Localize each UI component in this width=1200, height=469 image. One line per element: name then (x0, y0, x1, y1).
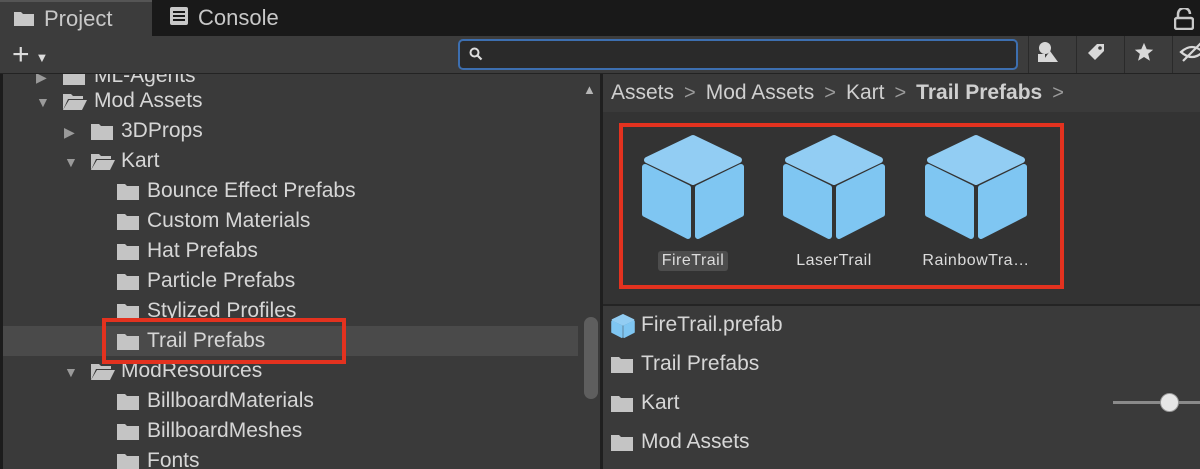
asset-content-panel: Assets > Mod Assets > Kart > Trail Prefa… (600, 74, 1200, 469)
folder-icon (117, 422, 139, 446)
folder-icon (117, 242, 139, 266)
scrollbar-thumb[interactable] (584, 317, 598, 399)
list-item-label: Mod Assets (641, 430, 750, 453)
folder-icon (117, 272, 139, 296)
folder-icon (611, 353, 633, 379)
lock-icon[interactable] (1173, 6, 1195, 35)
window-tab-bar: Project Console (0, 0, 1200, 36)
tree-item-billboardmaterials[interactable]: BillboardMaterials (3, 386, 578, 416)
list-item-kart[interactable]: Kart (603, 384, 1200, 423)
folder-open-icon (63, 92, 87, 116)
list-item-label: Kart (641, 391, 680, 414)
eye-off-icon (1178, 41, 1200, 68)
tree-item-mod-assets[interactable]: ▼ Mod Assets (3, 86, 578, 116)
add-button[interactable]: + ▼ (12, 38, 64, 71)
asset-highlight-box (619, 123, 1064, 289)
add-label: + (12, 38, 30, 71)
folder-icon (117, 212, 139, 236)
tree-item-label: Fonts (147, 449, 200, 469)
search-field[interactable] (458, 39, 1018, 70)
console-icon (170, 5, 188, 31)
tree-item-fonts[interactable]: Fonts (3, 446, 578, 469)
hidden-packages-button[interactable] (1172, 36, 1200, 73)
folder-icon (117, 392, 139, 416)
chevron-down-icon[interactable]: ▼ (64, 364, 78, 380)
folder-open-icon (91, 362, 115, 386)
tree-scrollbar[interactable]: ▲ (578, 74, 600, 469)
chevron-down-icon[interactable]: ▼ (36, 94, 50, 110)
folder-icon (611, 431, 633, 457)
chevron-down-icon: ▼ (35, 49, 49, 65)
tree-item-3dprops[interactable]: ▶ 3DProps (3, 116, 578, 146)
tree-item-kart[interactable]: ▼ Kart (3, 146, 578, 176)
tree-item-billboardmeshes[interactable]: BillboardMeshes (3, 416, 578, 446)
tree-item-label: 3DProps (121, 119, 203, 142)
tag-icon (1085, 41, 1107, 68)
search-icon (469, 47, 483, 66)
star-icon (1133, 41, 1155, 68)
asset-grid: FireTrail LaserTrail RainbowTra… (603, 112, 1200, 302)
chevron-down-icon[interactable]: ▼ (64, 154, 78, 170)
breadcrumb: Assets > Mod Assets > Kart > Trail Prefa… (603, 74, 1200, 112)
zoom-slider-handle[interactable] (1160, 393, 1179, 412)
tree-item-label: BillboardMaterials (147, 389, 314, 412)
folder-tree-panel: ▶ ML-Agents ▼ Mod Assets ▶ 3DProps ▼ Kar… (0, 74, 600, 469)
tree-item-particle-prefabs[interactable]: Particle Prefabs (3, 266, 578, 296)
zoom-slider-track[interactable] (1113, 401, 1200, 404)
breadcrumb-separator: > (1052, 81, 1064, 104)
tree-item-label: Mod Assets (94, 89, 203, 112)
prefab-icon (611, 314, 635, 344)
tab-project-label: Project (44, 6, 113, 31)
list-item-label: Trail Prefabs (641, 352, 760, 375)
breadcrumb-item[interactable]: Assets (611, 81, 674, 105)
chevron-right-icon[interactable]: ▶ (36, 74, 47, 86)
tree-item-hat-prefabs[interactable]: Hat Prefabs (3, 236, 578, 266)
chevron-right-icon[interactable]: ▶ (64, 124, 75, 141)
folder-icon (117, 452, 139, 469)
tree-item-label: Bounce Effect Prefabs (147, 179, 356, 202)
tree-item-bounce-effect-prefabs[interactable]: Bounce Effect Prefabs (3, 176, 578, 206)
shapes-icon (1037, 41, 1059, 68)
filter-by-label-button[interactable] (1076, 36, 1114, 73)
folder-icon (91, 122, 113, 146)
folder-icon (611, 392, 633, 418)
breadcrumb-separator: > (894, 81, 907, 104)
tree-item-custom-materials[interactable]: Custom Materials (3, 206, 578, 236)
folder-open-icon (91, 152, 115, 176)
tree-item-label: Particle Prefabs (147, 269, 296, 292)
list-item-firetrail-prefab[interactable]: FireTrail.prefab (603, 306, 1200, 345)
scroll-up-icon[interactable]: ▲ (583, 82, 596, 97)
filter-by-type-button[interactable] (1028, 36, 1066, 73)
breadcrumb-item[interactable]: Kart (846, 81, 885, 105)
breadcrumb-separator: > (824, 81, 836, 104)
tab-project[interactable]: Project (0, 0, 152, 36)
breadcrumb-current[interactable]: Trail Prefabs (916, 81, 1042, 105)
tree-item-label: BillboardMeshes (147, 419, 303, 442)
folder-icon (117, 182, 139, 206)
list-item-mod-assets[interactable]: Mod Assets (603, 423, 1200, 462)
favorites-button[interactable] (1124, 36, 1162, 73)
selection-highlight-box (102, 318, 346, 364)
tab-console[interactable]: Console (156, 0, 316, 36)
list-item-label: FireTrail.prefab (641, 313, 783, 336)
tree-item-label: Kart (121, 149, 160, 172)
folder-icon (14, 6, 34, 32)
tab-console-label: Console (198, 5, 279, 30)
breadcrumb-separator: > (684, 81, 696, 104)
list-item-trail-prefabs[interactable]: Trail Prefabs (603, 345, 1200, 384)
tree-item-label: Custom Materials (147, 209, 311, 232)
tree-item-label: Hat Prefabs (147, 239, 258, 262)
asset-path-list: FireTrail.prefab Trail Prefabs Kart Mod … (603, 306, 1200, 469)
project-toolbar: + ▼ (0, 36, 1200, 74)
search-input[interactable] (488, 43, 1008, 66)
breadcrumb-item[interactable]: Mod Assets (706, 81, 815, 105)
